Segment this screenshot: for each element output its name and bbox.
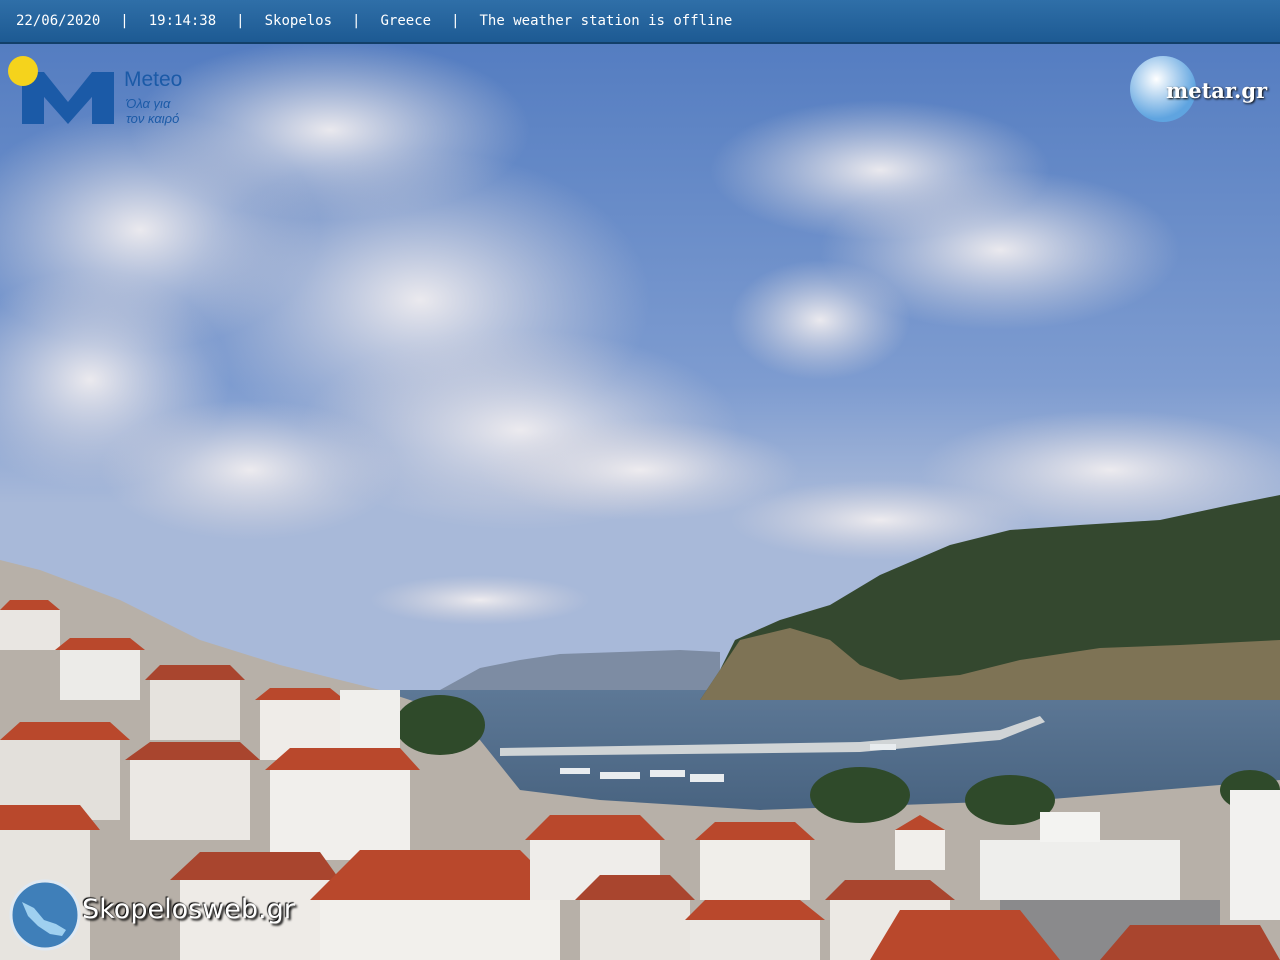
meteo-tagline-line-2: τον καιρό [126,111,180,126]
time-text: 19:14:38 [148,13,217,29]
meteo-name: Meteo [124,68,183,91]
station-status-text: The weather station is offline [479,13,733,29]
separator: | [352,13,361,29]
metar-name: metar.gr [1166,78,1268,103]
meteo-tagline-line-1: Όλα για [126,96,171,111]
webcam-scene [0,0,1280,960]
meteo-tagline: Όλα για τον καιρό [126,96,179,126]
separator: | [120,13,129,29]
skopelosweb-name: Skopelosweb.gr [82,894,295,925]
date-text: 22/06/2020 [16,13,101,29]
place-text: Skopelos [264,13,333,29]
country-text: Greece [380,13,432,29]
separator: | [451,13,460,29]
status-bar: 22/06/2020 | 19:14:38 | Skopelos | Greec… [0,0,1280,44]
separator: | [236,13,245,29]
island-icon [9,879,81,951]
